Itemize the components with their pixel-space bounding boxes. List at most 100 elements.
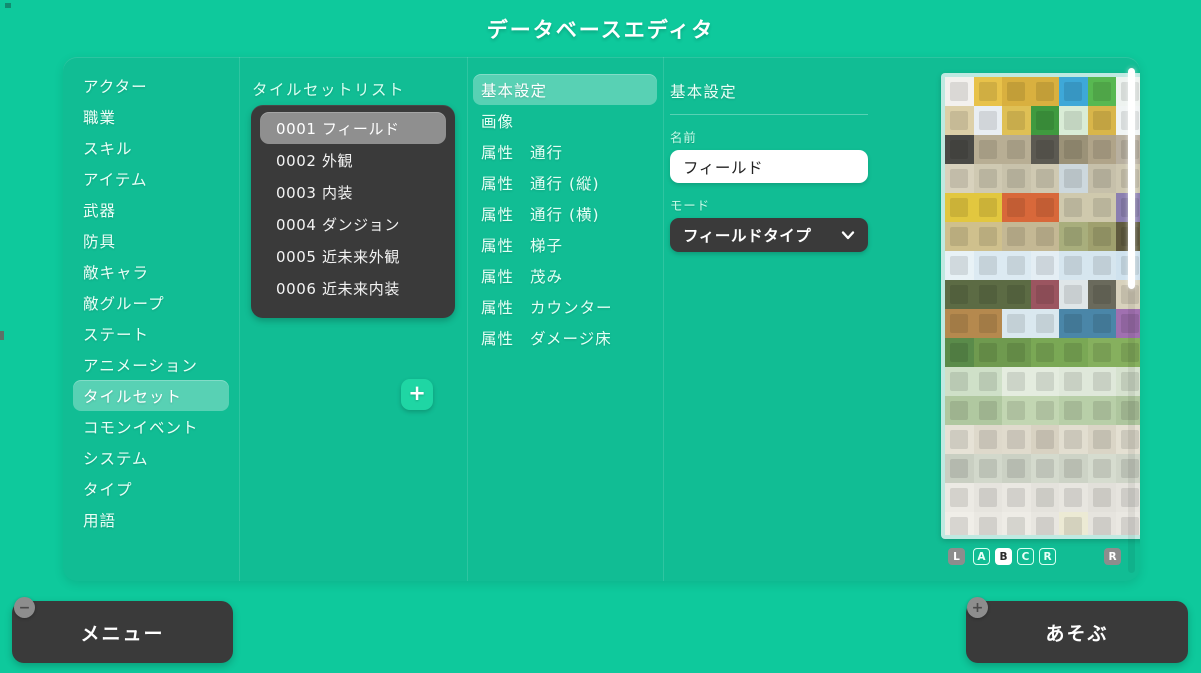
tileset-tile[interactable] [1059,512,1088,535]
tileset-tile[interactable] [1030,396,1059,425]
tileset-tile[interactable] [973,135,1002,164]
tileset-tile[interactable] [973,193,1002,222]
tileset-tile[interactable] [973,309,1002,338]
attribute-item[interactable]: 属性 梯子 [473,229,657,260]
tileset-tile[interactable] [1002,222,1031,251]
tileset-tile[interactable] [973,512,1002,535]
tileset-tile[interactable] [1002,280,1031,309]
tileset-tile[interactable] [1059,251,1088,280]
tileset-tile[interactable] [945,164,974,193]
tileset-list-item[interactable]: 0002 外観 [260,144,446,176]
tileset-tile[interactable] [1087,367,1116,396]
tileset-tile[interactable] [945,135,974,164]
sidebar-item-アニメーション[interactable]: アニメーション [73,349,229,380]
tileset-tile[interactable] [973,251,1002,280]
tileset-tile[interactable] [1030,425,1059,454]
tileset-list-item[interactable]: 0005 近未来外観 [260,240,446,272]
tileset-tile[interactable] [1002,483,1031,512]
tileset-tile[interactable] [945,106,974,135]
tileset-tile[interactable] [1002,396,1031,425]
tileset-tile[interactable] [1087,483,1116,512]
menu-button[interactable]: メニュー [12,601,233,663]
add-tileset-button[interactable]: + [401,379,433,410]
tileset-tile[interactable] [1002,512,1031,535]
tileset-tile[interactable] [1002,77,1031,106]
tileset-tile[interactable] [1059,77,1088,106]
attribute-item[interactable]: 属性 カウンター [473,291,657,322]
tileset-tile[interactable] [1059,222,1088,251]
tileset-tile[interactable] [945,396,974,425]
tileset-tile[interactable] [945,193,974,222]
tileset-tile[interactable] [1059,396,1088,425]
tileset-tile[interactable] [1030,106,1059,135]
tileset-tile[interactable] [945,454,974,483]
tileset-tile[interactable] [1087,222,1116,251]
tileset-tile[interactable] [1030,251,1059,280]
tileset-tile[interactable] [945,280,974,309]
tileset-tile[interactable] [1002,367,1031,396]
tileset-tile[interactable] [1059,106,1088,135]
tileset-tile[interactable] [1087,280,1116,309]
tileset-tab-C[interactable]: C [1017,548,1034,565]
tileset-tile[interactable] [973,280,1002,309]
tileset-tile[interactable] [1059,425,1088,454]
tileset-tile[interactable] [1002,454,1031,483]
sidebar-item-システム[interactable]: システム [73,442,229,473]
tileset-tile[interactable] [945,77,974,106]
tileset-tile[interactable] [945,309,974,338]
sidebar-item-ステート[interactable]: ステート [73,318,229,349]
sidebar-item-アイテム[interactable]: アイテム [73,163,229,194]
tileset-tile[interactable] [945,512,974,535]
tileset-tab-B[interactable]: B [995,548,1012,565]
tileset-tile[interactable] [973,483,1002,512]
tileset-tile[interactable] [973,367,1002,396]
attribute-item[interactable]: 属性 通行 (横) [473,198,657,229]
tileset-tile[interactable] [1002,193,1031,222]
tileset-tile[interactable] [945,483,974,512]
tileset-tile[interactable] [1030,309,1059,338]
tileset-tile[interactable] [1002,251,1031,280]
tileset-tile[interactable] [1030,454,1059,483]
tileset-tile[interactable] [1030,193,1059,222]
tileset-tile[interactable] [1059,135,1088,164]
tileset-tile[interactable] [1059,338,1088,367]
tileset-list-item[interactable]: 0001 フィールド [260,112,446,144]
sidebar-item-用語[interactable]: 用語 [73,504,229,535]
attribute-item[interactable]: 基本設定 [473,74,657,105]
tileset-tile[interactable] [1087,454,1116,483]
tileset-tile[interactable] [945,425,974,454]
tileset-tile[interactable] [973,396,1002,425]
sidebar-item-職業[interactable]: 職業 [73,101,229,132]
tileset-tile[interactable] [1059,193,1088,222]
tileset-tile[interactable] [1030,280,1059,309]
tileset-tile[interactable] [945,338,974,367]
tileset-tile[interactable] [1002,338,1031,367]
tileset-tile[interactable] [1030,164,1059,193]
tileset-tab-A[interactable]: A [973,548,990,565]
tileset-tile[interactable] [1087,338,1116,367]
tileset-tile[interactable] [1002,135,1031,164]
tileset-tile[interactable] [973,106,1002,135]
tileset-tile[interactable] [945,251,974,280]
tileset-tile[interactable] [1059,367,1088,396]
attribute-item[interactable]: 属性 通行 [473,136,657,167]
tileset-tile[interactable] [1002,425,1031,454]
sidebar-item-防具[interactable]: 防具 [73,225,229,256]
tileset-tile[interactable] [1030,338,1059,367]
shoulder-button-R-right[interactable]: R [1104,548,1121,565]
tileset-tile[interactable] [973,77,1002,106]
tileset-tile[interactable] [1059,309,1088,338]
play-button[interactable]: あそぶ [966,601,1188,663]
attribute-item[interactable]: 画像 [473,105,657,136]
tileset-tile[interactable] [1030,222,1059,251]
panel-scrollbar[interactable] [1128,66,1135,573]
sidebar-item-タイルセット[interactable]: タイルセット [73,380,229,411]
tileset-tile[interactable] [1059,454,1088,483]
tileset-tile[interactable] [1087,396,1116,425]
tileset-tile[interactable] [1087,106,1116,135]
tileset-tile[interactable] [1030,135,1059,164]
tileset-tile[interactable] [1087,135,1116,164]
tileset-tile[interactable] [1087,164,1116,193]
tileset-tile[interactable] [1087,193,1116,222]
tileset-tile[interactable] [1087,425,1116,454]
